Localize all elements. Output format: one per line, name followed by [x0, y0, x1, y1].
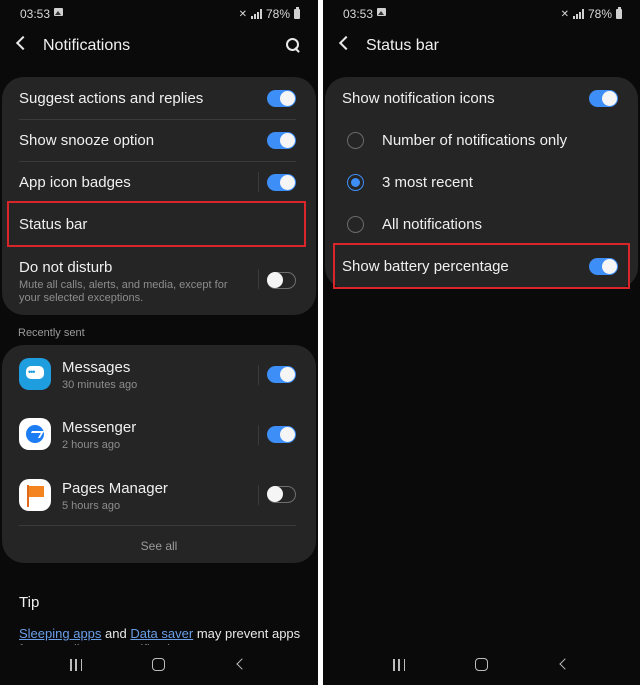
messages-toggle[interactable]: [267, 366, 296, 383]
radio-option-3-most-recent[interactable]: 3 most recent: [325, 161, 638, 203]
battery-icon: [616, 7, 622, 19]
status-bar: 03:53 ✕ 78%: [323, 0, 640, 28]
notifications-screen: 03:53 ✕ 78% Notifications Suggest action…: [0, 0, 318, 685]
home-icon[interactable]: [475, 658, 488, 671]
signal-icon: [572, 9, 584, 19]
setting-show-notification-icons[interactable]: Show notification icons: [325, 77, 638, 119]
status-bar: 03:53 ✕ 78%: [0, 0, 318, 28]
setting-description: Mute all calls, alerts, and media, excep…: [19, 279, 228, 304]
image-notification-icon: [54, 8, 63, 16]
vertical-separator: [258, 425, 259, 445]
setting-label: App icon badges: [19, 174, 131, 191]
radio-label: All notifications: [382, 216, 483, 233]
setting-snooze[interactable]: Show snooze option: [2, 119, 316, 161]
navigation-bar: [0, 645, 318, 685]
see-all-button[interactable]: See all: [2, 539, 316, 553]
back-icon[interactable]: [338, 35, 354, 51]
app-row-messenger[interactable]: Messenger 2 hours ago: [2, 405, 316, 465]
home-icon[interactable]: [152, 658, 165, 671]
app-name: Pages Manager: [62, 480, 168, 497]
battery-icon: [294, 7, 300, 19]
radio-option-all-notifications[interactable]: All notifications: [325, 203, 638, 245]
tip-text-part: and: [101, 626, 131, 641]
navigation-bar: [323, 645, 640, 685]
app-row-pages-manager[interactable]: Pages Manager 5 hours ago: [2, 465, 316, 525]
signal-icon: [250, 9, 262, 19]
recents-icon[interactable]: [393, 659, 405, 671]
mute-icon: ✕: [238, 8, 247, 20]
radio-button-selected[interactable]: [347, 174, 364, 191]
divider: [19, 525, 296, 526]
app-row-messages[interactable]: Messages 30 minutes ago: [2, 345, 316, 405]
sleeping-apps-link[interactable]: Sleeping apps: [19, 626, 101, 641]
app-bar: Status bar: [323, 28, 640, 66]
page-title: Notifications: [43, 37, 131, 54]
setting-label: Show snooze option: [19, 132, 155, 149]
app-time: 30 minutes ago: [62, 379, 138, 391]
notification-settings-card: Suggest actions and replies Show snooze …: [2, 77, 316, 315]
app-name: Messenger: [62, 419, 137, 436]
clock: 03:53: [20, 7, 51, 21]
pages-manager-icon: [19, 479, 51, 511]
suggest-actions-toggle[interactable]: [267, 90, 296, 107]
setting-app-icon-badges[interactable]: App icon badges: [2, 161, 316, 203]
messenger-toggle[interactable]: [267, 426, 296, 443]
show-notification-icons-toggle[interactable]: [589, 90, 618, 107]
battery-percentage-highlight-box: [333, 243, 630, 289]
tip-title: Tip: [19, 594, 40, 611]
vertical-separator: [258, 365, 259, 385]
setting-label: Do not disturb: [19, 259, 113, 276]
mute-icon: ✕: [560, 8, 569, 20]
nav-back-icon[interactable]: [559, 658, 571, 670]
recently-sent-card: Messages 30 minutes ago Messenger 2 hour…: [2, 345, 316, 563]
snooze-toggle[interactable]: [267, 132, 296, 149]
messenger-icon: [19, 418, 51, 450]
vertical-separator: [258, 269, 259, 289]
setting-suggest-actions[interactable]: Suggest actions and replies: [2, 77, 316, 119]
app-bar: Notifications: [0, 28, 318, 66]
battery-percent: 78%: [265, 7, 290, 21]
back-icon[interactable]: [15, 35, 31, 51]
recents-icon[interactable]: [70, 659, 82, 671]
messages-icon: [19, 358, 51, 390]
recently-sent-header: Recently sent: [18, 327, 85, 339]
app-icon-badges-toggle[interactable]: [267, 174, 296, 191]
do-not-disturb-toggle[interactable]: [267, 272, 296, 289]
vertical-separator: [258, 172, 259, 192]
radio-label: Number of notifications only: [382, 132, 568, 149]
clock: 03:53: [343, 7, 374, 21]
battery-percent: 78%: [587, 7, 612, 21]
setting-label: Suggest actions and replies: [19, 90, 204, 107]
page-title: Status bar: [366, 37, 439, 54]
app-time: 2 hours ago: [62, 439, 121, 451]
search-icon[interactable]: [286, 38, 300, 52]
setting-do-not-disturb[interactable]: Do not disturb Mute all calls, alerts, a…: [2, 245, 316, 315]
app-time: 5 hours ago: [62, 500, 121, 512]
image-notification-icon: [377, 8, 386, 16]
radio-button[interactable]: [347, 216, 364, 233]
app-name: Messages: [62, 359, 131, 376]
status-bar-highlight-box: [7, 201, 306, 247]
radio-label: 3 most recent: [382, 174, 473, 191]
status-bar-screen: 03:53 ✕ 78% Status bar Show notification…: [323, 0, 640, 685]
radio-option-number-only[interactable]: Number of notifications only: [325, 119, 638, 161]
radio-button[interactable]: [347, 132, 364, 149]
nav-back-icon[interactable]: [236, 658, 248, 670]
pages-manager-toggle[interactable]: [267, 486, 296, 503]
vertical-separator: [258, 485, 259, 505]
data-saver-link[interactable]: Data saver: [130, 626, 193, 641]
setting-label: Show notification icons: [342, 90, 495, 107]
